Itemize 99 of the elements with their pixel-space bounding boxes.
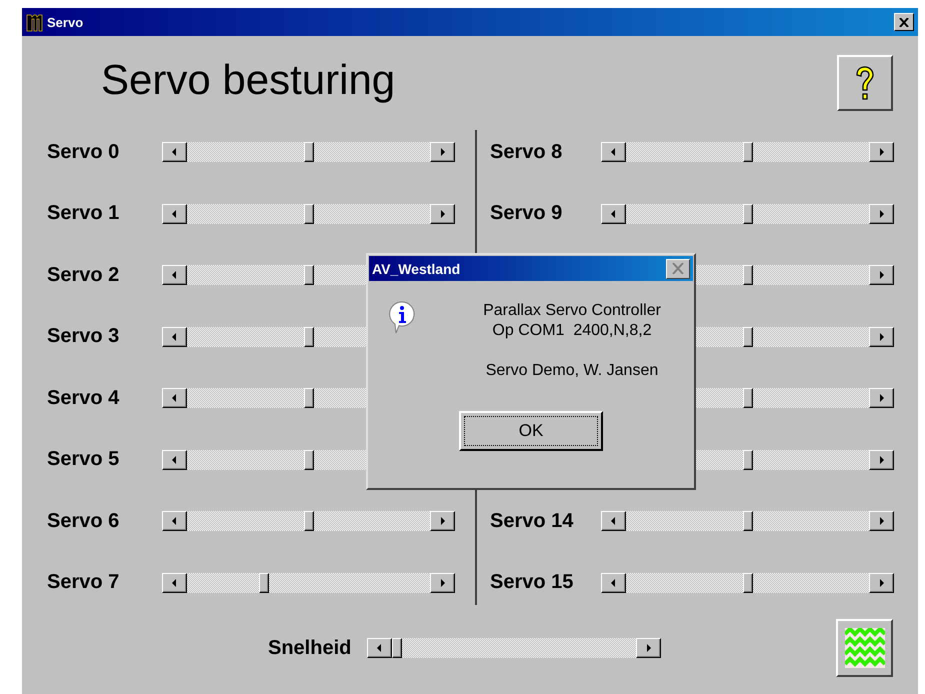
speed-label: Snelheid bbox=[268, 636, 352, 660]
scroll-left-button[interactable] bbox=[162, 511, 187, 531]
close-icon bbox=[672, 263, 684, 274]
scroll-thumb[interactable] bbox=[742, 142, 752, 162]
servo-label: Servo 15 bbox=[490, 571, 574, 594]
left-arrow-icon bbox=[172, 332, 177, 340]
servo-label: Servo 14 bbox=[490, 510, 574, 532]
right-arrow-icon bbox=[879, 517, 884, 525]
scroll-thumb[interactable] bbox=[304, 450, 314, 470]
close-button[interactable] bbox=[894, 13, 914, 31]
servo-label: Servo 1 bbox=[47, 202, 120, 225]
question-mark-icon bbox=[854, 65, 876, 101]
scroll-left-button[interactable] bbox=[601, 204, 626, 224]
right-arrow-icon bbox=[440, 148, 445, 156]
left-arrow-icon bbox=[172, 578, 177, 586]
scroll-thumb[interactable] bbox=[304, 511, 314, 531]
right-arrow-icon bbox=[879, 394, 884, 402]
dialog-note: Servo Demo, W. Jansen bbox=[486, 361, 658, 381]
right-arrow-icon bbox=[879, 332, 884, 340]
left-arrow-icon bbox=[172, 517, 177, 525]
left-arrow-icon bbox=[611, 517, 616, 525]
scroll-right-button[interactable] bbox=[869, 326, 894, 346]
scroll-right-button[interactable] bbox=[869, 388, 894, 408]
right-arrow-icon bbox=[440, 210, 445, 218]
scroll-right-button[interactable] bbox=[430, 511, 455, 531]
close-icon bbox=[899, 18, 909, 26]
scroll-left-button[interactable] bbox=[601, 142, 626, 162]
left-arrow-icon bbox=[172, 148, 177, 156]
scroll-right-button[interactable] bbox=[869, 265, 894, 285]
right-arrow-icon bbox=[646, 644, 652, 652]
servo-label: Servo 6 bbox=[47, 510, 120, 532]
right-arrow-icon bbox=[879, 148, 884, 156]
scroll-right-button[interactable] bbox=[869, 142, 894, 162]
scroll-left-button[interactable] bbox=[162, 572, 187, 592]
right-arrow-icon bbox=[440, 578, 445, 586]
help-button[interactable] bbox=[837, 55, 893, 111]
right-arrow-icon bbox=[879, 271, 884, 279]
scroll-thumb[interactable] bbox=[304, 204, 314, 224]
scroll-thumb[interactable] bbox=[742, 326, 752, 346]
scroll-right-button[interactable] bbox=[636, 638, 662, 658]
scroll-thumb[interactable] bbox=[392, 638, 402, 658]
scroll-right-button[interactable] bbox=[869, 572, 894, 592]
scroll-left-button[interactable] bbox=[601, 572, 626, 592]
scroll-right-button[interactable] bbox=[869, 511, 894, 531]
scroll-thumb[interactable] bbox=[742, 204, 752, 224]
servo-label: Servo 5 bbox=[47, 448, 120, 471]
app-logo-icon bbox=[26, 12, 44, 32]
scroll-left-button[interactable] bbox=[162, 450, 187, 470]
servo-label: Servo 7 bbox=[47, 571, 120, 594]
scroll-right-button[interactable] bbox=[430, 142, 455, 162]
scroll-thumb[interactable] bbox=[742, 388, 752, 408]
scroll-thumb[interactable] bbox=[304, 265, 314, 285]
right-arrow-icon bbox=[879, 578, 884, 586]
left-arrow-icon bbox=[611, 578, 616, 586]
left-arrow-icon bbox=[377, 644, 382, 652]
ok-button[interactable]: OK bbox=[459, 411, 603, 451]
wave-button[interactable] bbox=[836, 619, 893, 677]
scroll-thumb[interactable] bbox=[304, 326, 314, 346]
scroll-thumb[interactable] bbox=[304, 142, 314, 162]
left-arrow-icon bbox=[172, 394, 177, 402]
scroll-left-button[interactable] bbox=[162, 204, 187, 224]
scroll-right-button[interactable] bbox=[869, 204, 894, 224]
servo-label: Servo 8 bbox=[490, 140, 564, 164]
close-button[interactable] bbox=[666, 258, 690, 278]
servo-label: Servo 9 bbox=[490, 202, 564, 225]
left-arrow-icon bbox=[611, 210, 616, 218]
right-arrow-icon bbox=[440, 517, 445, 525]
scroll-left-button[interactable] bbox=[162, 265, 187, 285]
scroll-right-button[interactable] bbox=[869, 450, 894, 470]
left-arrow-icon bbox=[172, 271, 177, 279]
scroll-thumb[interactable] bbox=[742, 265, 752, 285]
servo-label: Servo 4 bbox=[47, 386, 120, 410]
zigzag-icon bbox=[844, 628, 884, 668]
info-icon bbox=[389, 301, 415, 335]
dialog-title: AV_Westland bbox=[372, 260, 460, 276]
scroll-thumb[interactable] bbox=[742, 511, 752, 531]
servo-label: Servo 3 bbox=[47, 325, 120, 348]
scroll-left-button[interactable] bbox=[162, 142, 187, 162]
right-arrow-icon bbox=[879, 456, 884, 464]
servo-label: Servo 0 bbox=[47, 140, 120, 164]
scroll-thumb[interactable] bbox=[742, 572, 752, 592]
left-arrow-icon bbox=[611, 148, 616, 156]
window-title: Servo bbox=[47, 14, 84, 30]
scroll-left-button[interactable] bbox=[162, 388, 187, 408]
right-arrow-icon bbox=[879, 210, 884, 218]
scroll-left-button[interactable] bbox=[601, 511, 626, 531]
left-arrow-icon bbox=[172, 456, 177, 464]
scroll-right-button[interactable] bbox=[430, 204, 455, 224]
scroll-thumb[interactable] bbox=[259, 572, 270, 592]
dialog-message: Op COM1 2400,N,8,2 bbox=[492, 321, 652, 341]
left-arrow-icon bbox=[172, 210, 177, 218]
heading: Servo besturing bbox=[101, 56, 396, 105]
scroll-thumb[interactable] bbox=[742, 450, 752, 470]
servo-label: Servo 2 bbox=[47, 264, 120, 286]
dialog-message: Parallax Servo Controller bbox=[483, 301, 661, 321]
scroll-right-button[interactable] bbox=[430, 572, 455, 592]
scroll-thumb[interactable] bbox=[304, 388, 314, 408]
scroll-left-button[interactable] bbox=[367, 638, 392, 658]
scroll-left-button[interactable] bbox=[162, 326, 187, 346]
